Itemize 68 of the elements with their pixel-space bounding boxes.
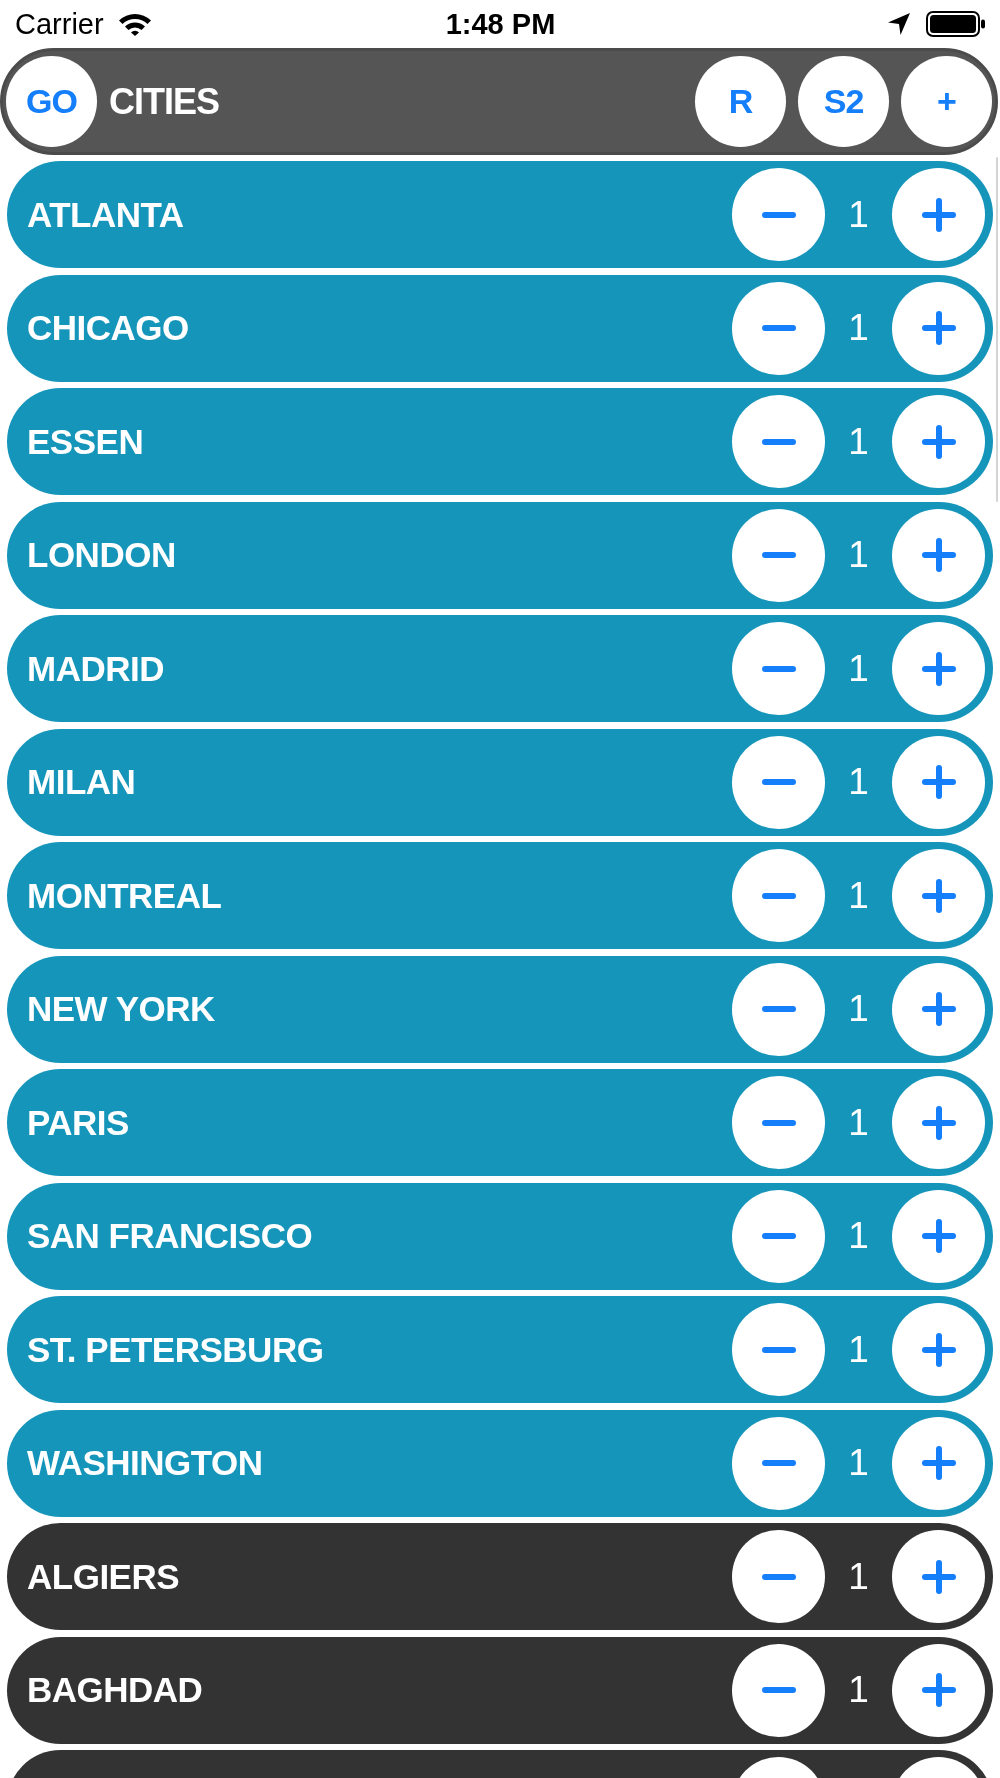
city-name: ST. PETERSBURG: [27, 1328, 324, 1371]
count-label: 1: [848, 1442, 869, 1484]
plus-icon: [921, 311, 956, 345]
count-label: 1: [848, 1328, 869, 1371]
city-name: LONDON: [27, 534, 176, 576]
plus-icon: [921, 538, 956, 572]
minus-icon: [761, 665, 796, 672]
count-label: 1: [848, 874, 869, 917]
minus-icon: [761, 1006, 796, 1012]
plus-icon: [921, 1559, 956, 1594]
carrier-label: Carrier: [15, 7, 104, 41]
plus-icon: [921, 1446, 956, 1480]
round-button[interactable]: R: [695, 56, 786, 147]
plus-icon: [921, 1332, 956, 1367]
count-label: 1: [848, 420, 869, 463]
count-label: 1: [848, 1669, 869, 1711]
battery-icon: [926, 11, 986, 37]
count-label: 1: [848, 1101, 869, 1144]
minus-icon: [761, 325, 796, 331]
count-label: 1: [848, 647, 869, 690]
minus-icon: [761, 779, 796, 785]
minus-icon: [761, 211, 796, 218]
plus-icon: [921, 878, 956, 913]
city-name: MADRID: [27, 647, 164, 690]
minus-icon: [761, 1119, 796, 1126]
city-name: ATLANTA: [27, 193, 184, 236]
count-label: 1: [848, 193, 869, 236]
plus-icon: [921, 1105, 956, 1140]
plus-icon: [921, 424, 956, 459]
plus-icon: [921, 1673, 956, 1707]
city-name: NEW YORK: [27, 988, 215, 1030]
plus-button[interactable]: [892, 1643, 985, 1737]
minus-icon: [761, 892, 796, 899]
count-label: 1: [848, 988, 869, 1030]
round-button[interactable]: +: [901, 56, 992, 147]
minus-icon: [761, 1233, 796, 1239]
go-button[interactable]: GO: [6, 56, 97, 147]
plus-icon: [921, 1219, 956, 1253]
city-name: WASHINGTON: [27, 1442, 263, 1484]
round-button[interactable]: S2: [798, 56, 889, 147]
plus-icon: [921, 651, 956, 686]
plus-button[interactable]: [892, 1530, 985, 1623]
count-label: 1: [848, 1555, 869, 1598]
city-name: MONTREAL: [27, 874, 222, 917]
minus-icon: [761, 1573, 796, 1580]
count-label: 1: [848, 534, 869, 576]
plus-icon: [921, 765, 956, 799]
minus-icon: [761, 438, 796, 445]
location-arrow-icon: [888, 13, 910, 35]
minus-icon: [761, 552, 796, 558]
count-label: 1: [848, 1215, 869, 1257]
minus-icon: [761, 1687, 796, 1693]
count-label: 1: [848, 761, 869, 803]
plus-icon: [921, 992, 956, 1026]
header-title: CITIES: [109, 80, 220, 123]
city-name: SAN FRANCISCO: [27, 1215, 313, 1257]
city-name: CHICAGO: [27, 307, 189, 349]
city-name: PARIS: [27, 1101, 129, 1144]
city-name: BAGHDAD: [27, 1669, 203, 1711]
city-name: ESSEN: [27, 420, 144, 463]
city-name: MILAN: [27, 761, 136, 803]
plus-icon: [921, 197, 956, 232]
city-name: ALGIERS: [27, 1555, 180, 1598]
minus-icon: [761, 1346, 796, 1353]
wifi-icon: [117, 12, 152, 36]
count-label: 1: [848, 307, 869, 349]
status-time: 1:48 PM: [445, 7, 556, 41]
minus-icon: [761, 1460, 796, 1466]
